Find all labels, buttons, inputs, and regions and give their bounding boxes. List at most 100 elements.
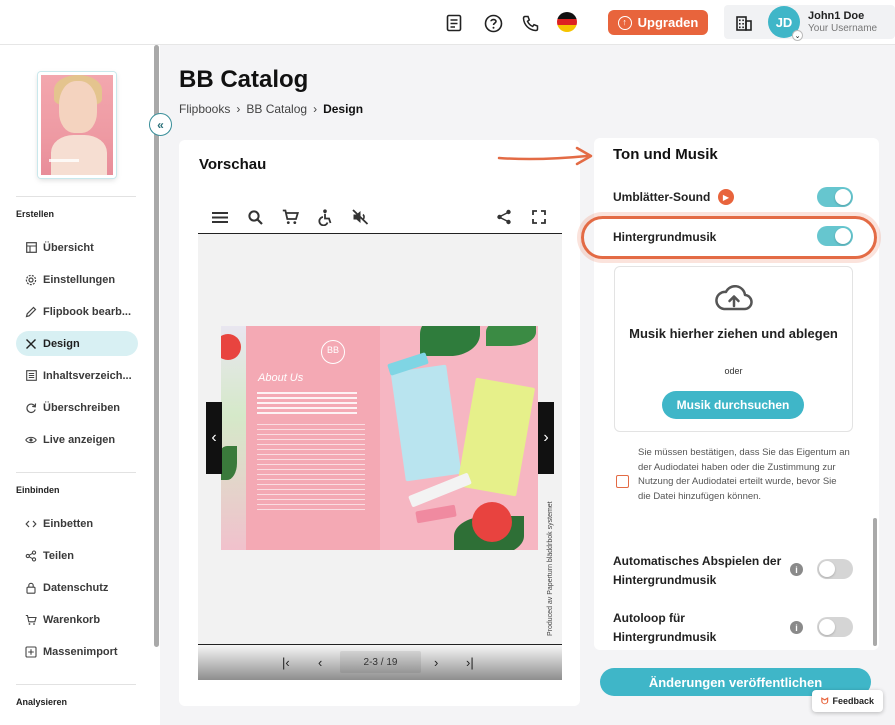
sidebar-section-erstellen: Erstellen	[16, 209, 55, 219]
user-name: John1 Doe	[808, 10, 865, 22]
dropzone-text: Musik hierher ziehen und ablegen	[629, 326, 838, 341]
info-icon[interactable]: i	[790, 563, 803, 576]
lock-icon	[25, 582, 37, 594]
sidebar-section-einbinden: Einbinden	[16, 485, 60, 495]
page-number-input[interactable]: 2-3 / 19	[340, 651, 421, 673]
book-body-text	[257, 424, 365, 512]
layout-icon	[25, 242, 37, 254]
sidebar-item-share[interactable]: Teilen	[16, 543, 138, 568]
play-icon[interactable]: ▶	[718, 189, 734, 205]
annotation-arrow-icon	[497, 146, 593, 166]
sidebar-item-design[interactable]: Design	[16, 331, 138, 356]
breadcrumb: Flipbooks › BB Catalog › Design	[179, 102, 363, 116]
feedback-button[interactable]: ᗢ Feedback	[812, 690, 883, 712]
chevron-right-icon: ›	[313, 102, 318, 116]
sidebar-item-label: Teilen	[43, 549, 74, 562]
cart-icon	[25, 614, 37, 626]
sidebar-item-settings[interactable]: Einstellungen	[16, 267, 138, 292]
sidebar-item-label: Flipbook bearb...	[43, 305, 132, 318]
upgrade-button[interactable]: ↑ Upgraden	[608, 10, 708, 35]
settings-scrollbar[interactable]	[873, 518, 877, 646]
pencil-icon	[25, 306, 37, 318]
sound-off-icon[interactable]	[351, 208, 369, 226]
page-flip-sound-toggle[interactable]	[817, 187, 853, 207]
breadcrumb-bb-catalog[interactable]: BB Catalog	[246, 102, 307, 116]
cover-face	[59, 81, 97, 133]
bb-logo-text: BB	[327, 345, 340, 355]
product-tube	[415, 504, 457, 524]
sidebar-item-bulk-import[interactable]: Massenimport	[16, 639, 138, 664]
product-card	[390, 364, 462, 482]
sidebar-item-cart[interactable]: Warenkorb	[16, 607, 138, 632]
first-page-icon[interactable]: |‹	[282, 655, 290, 670]
sidebar-item-overwrite[interactable]: Überschreiben	[16, 395, 138, 420]
consent-text: Sie müssen bestätigen, dass Sie das Eige…	[638, 447, 850, 502]
design-tools-icon	[25, 338, 37, 350]
sidebar-divider	[16, 196, 136, 197]
chevron-down-icon: ⌄	[792, 30, 803, 41]
german-flag-icon[interactable]	[557, 12, 577, 32]
breadcrumb-flipbooks[interactable]: Flipbooks	[179, 102, 230, 116]
sidebar-divider	[16, 472, 136, 473]
background-music-toggle[interactable]	[817, 226, 853, 246]
avatar-initials: JD	[775, 14, 793, 30]
document-icon[interactable]	[443, 12, 465, 34]
eye-icon	[25, 434, 37, 446]
share-icon[interactable]	[495, 208, 513, 226]
flipbook-right-page[interactable]	[380, 326, 538, 550]
sidebar-item-label: Datenschutz	[43, 581, 109, 594]
sidebar-item-label: Übersicht	[43, 241, 94, 254]
info-icon[interactable]: i	[790, 621, 803, 634]
toggle-knob	[819, 561, 835, 577]
autoplay-label: Automatisches Abspielen der Hintergrundm…	[613, 554, 782, 587]
flipbook-left-page[interactable]: BB About Us	[221, 326, 380, 550]
previous-page-arrow[interactable]: ‹	[206, 402, 222, 474]
sidebar-item-table-of-contents[interactable]: Inhaltsverzeich...	[16, 363, 138, 388]
book-intro-text	[257, 392, 357, 414]
viewer-toolbar	[198, 200, 562, 234]
arrow-up-icon: ↑	[617, 15, 632, 30]
avatar[interactable]: JD ⌄	[768, 6, 803, 41]
list-icon	[25, 370, 37, 382]
collapse-sidebar-button[interactable]: «	[149, 113, 172, 136]
autoloop-label: Autoloop für Hintergrundmusik	[613, 611, 717, 644]
sidebar-item-live-view[interactable]: Live anzeigen	[16, 427, 138, 452]
sidebar-divider	[16, 684, 136, 685]
preview-title: Vorschau	[199, 156, 267, 173]
flipbook-cover-thumbnail[interactable]	[38, 72, 116, 178]
fullscreen-icon[interactable]	[530, 208, 548, 226]
autoplay-toggle[interactable]	[817, 559, 853, 579]
consent-checkbox[interactable]	[616, 475, 629, 488]
next-page-icon[interactable]: ›	[434, 655, 438, 670]
sidebar-item-edit-flipbook[interactable]: Flipbook bearb...	[16, 299, 138, 324]
building-icon[interactable]	[733, 12, 755, 34]
accessibility-icon[interactable]	[316, 208, 334, 226]
leaf-decoration	[420, 326, 480, 356]
phone-icon[interactable]	[519, 12, 541, 34]
breadcrumb-current: Design	[323, 102, 364, 116]
chevron-right-icon: ›	[236, 102, 241, 116]
sidebar-item-embed[interactable]: Einbetten	[16, 511, 138, 536]
feedback-icon: ᗢ	[820, 695, 829, 706]
search-icon[interactable]	[246, 208, 264, 226]
sidebar-item-label: Massenimport	[43, 645, 118, 658]
menu-icon[interactable]	[211, 208, 229, 226]
sidebar-item-label: Inhaltsverzeich...	[43, 369, 132, 382]
browse-music-button[interactable]: Musik durchsuchen	[662, 391, 804, 419]
autoloop-toggle[interactable]	[817, 617, 853, 637]
sidebar-item-overview[interactable]: Übersicht	[16, 235, 138, 260]
cloud-upload-icon	[715, 285, 753, 311]
last-page-icon[interactable]: ›|	[466, 655, 474, 670]
refresh-icon	[25, 402, 37, 414]
previous-page-icon[interactable]: ‹	[318, 655, 322, 670]
sidebar-item-label: Überschreiben	[43, 401, 121, 414]
help-icon[interactable]	[482, 12, 504, 34]
sidebar-item-privacy[interactable]: Datenschutz	[16, 575, 138, 600]
watermelon-slice	[472, 502, 512, 542]
upgrade-label: Upgraden	[637, 15, 699, 30]
next-page-arrow[interactable]: ›	[538, 402, 554, 474]
sidebar-item-label: Design	[43, 337, 80, 350]
settings-title: Ton und Musik	[613, 146, 718, 163]
produced-with-label: Produced av Paperturn bläddrbok systemet	[547, 501, 554, 636]
cart-icon[interactable]	[281, 208, 299, 226]
